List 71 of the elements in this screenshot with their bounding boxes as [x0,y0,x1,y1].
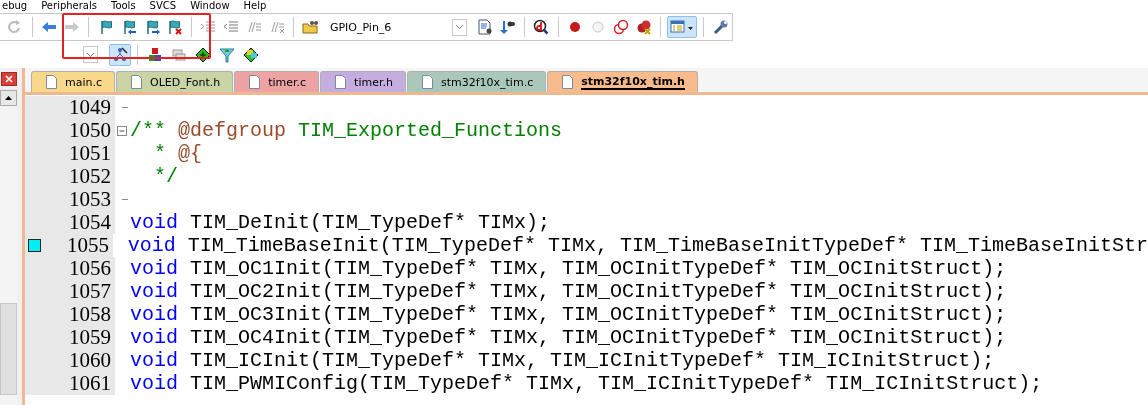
line-number: 1049 [68,95,112,120]
double-circle-icon[interactable] [612,19,629,35]
menu-item[interactable]: SVCS [147,0,189,12]
find-in-files-icon[interactable] [476,19,493,35]
file-tab[interactable]: stm32f10x_tim.h [547,71,698,92]
code-line: /** @defgroup TIM_Exported_Functions [129,119,563,142]
code-line: */ [153,165,178,188]
wrench-icon[interactable] [712,19,729,35]
line-number: 1061 [68,371,112,396]
funnel-icon[interactable] [219,46,235,63]
menu-item[interactable]: ebug [0,0,40,12]
file-tab[interactable]: timer.c [234,71,320,92]
file-tab[interactable]: main.c [31,71,116,92]
line-number: 1051 [68,141,112,166]
line-number: 1060 [68,348,112,373]
code-line: void TIM_DeInit(TIM_TypeDef* TIMx); [129,211,551,234]
chevron-down-icon [455,24,465,30]
code-line: void TIM_ICInit(TIM_TypeDef* TIMx, TIM_ICInitTypeDef* TIM_ICInitStruct); [129,349,995,372]
document-icon [131,75,143,89]
menu-item[interactable]: Peripherals [39,0,109,12]
code-line: void TIM_OC2Init(TIM_TypeDef* TIMx, TIM_OCInitTypeDef* TIM_OCInitStruct); [129,280,1007,303]
code-line: void TIM_PWMIConfig(TIM_TypeDef* TIMx, TIM_ICInitTypeDef* TIM_ICInitStruct); [129,372,1043,395]
document-icon [335,75,347,89]
code-line: void TIM_TimeBaseInit(TIM_TypeDef* TIMx, TIM_TimeBaseInitTypeDef* TIM_TimeBaseInitStr [126,234,1148,257]
code-line: * @{ [153,142,203,165]
file-tab[interactable]: OLED_Font.h [116,71,234,92]
document-icon [46,75,57,89]
code-line: void TIM_OC3Init(TIM_TypeDef* TIMx, TIM_OCInitTypeDef* TIM_OCInitStruct); [129,303,1007,326]
back-arrow-icon[interactable] [41,19,58,35]
chevron-down-icon [86,51,95,58]
menu-item[interactable]: Tools [108,0,148,12]
close-icon [5,75,13,83]
menu-item[interactable]: Window [188,0,242,12]
debug-search-icon[interactable] [533,19,550,35]
diamond-icon[interactable] [195,46,211,63]
window-layout-icon [670,19,695,35]
scrollbar[interactable] [0,90,17,405]
network-tree-icon [112,46,128,63]
target-combo[interactable]: GPIO_Pin_6 [325,17,468,37]
line-number: 1052 [68,164,112,189]
folder-icon[interactable] [302,19,319,35]
code-line: void TIM_OC1Init(TIM_TypeDef* TIMx, TIM_OCInitTypeDef* TIM_OCInitStruct); [129,257,1007,280]
line-number: 1054 [68,210,112,235]
line-number: 1056 [68,256,112,281]
binoculars-icon[interactable] [499,19,516,35]
line-number: 1053 [68,187,112,212]
file-tab[interactable]: stm32f10x_tim.c [406,71,547,92]
line-number: 1050 [68,118,112,143]
stacked-windows-icon[interactable] [171,46,187,63]
circles-cross-icon[interactable] [635,19,652,35]
line-number: 1057 [68,279,112,304]
blocks-icon[interactable] [147,46,163,63]
line-number: 1059 [68,325,112,350]
line-number: 1058 [68,302,112,327]
package-icon[interactable] [243,46,259,63]
toolbar-toggle-button[interactable] [109,43,131,66]
document-icon [249,75,261,89]
uncomment-lines-icon[interactable] [268,19,285,35]
collapse-icon[interactable] [117,125,127,136]
window-layout-button[interactable] [666,16,698,38]
dropdown-button[interactable] [83,46,98,63]
document-icon [421,75,433,89]
file-tab[interactable]: timer.h [320,71,406,92]
up-arrow-icon[interactable] [5,96,12,100]
flag-cross-icon[interactable] [166,19,183,35]
document-icon [562,75,574,89]
close-button[interactable] [1,72,17,86]
code-line: void TIM_OC4Init(TIM_TypeDef* TIMx, TIM_OCInitTypeDef* TIM_OCInitStruct); [129,326,1007,349]
indent-icon[interactable] [200,19,217,35]
menu-item[interactable]: Help [241,0,279,12]
line-number: 1055 [66,233,111,258]
